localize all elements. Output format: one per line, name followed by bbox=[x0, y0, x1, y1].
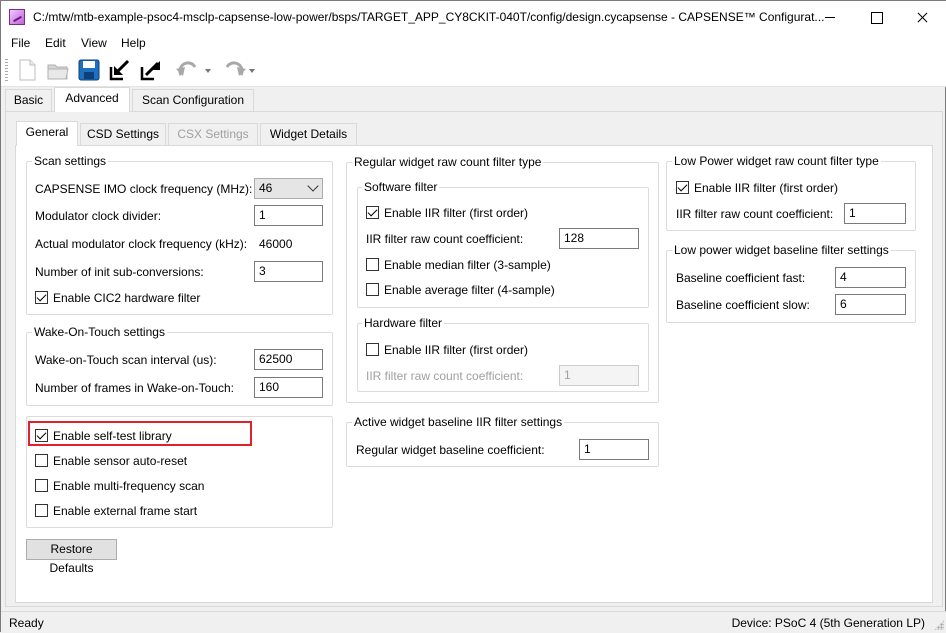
restore-defaults-button[interactable]: Restore Defaults bbox=[26, 539, 117, 575]
hardware-filter-title: Hardware filter bbox=[362, 316, 445, 330]
undo-icon[interactable] bbox=[173, 57, 213, 83]
sw-iir-coef-label: IIR filter raw count coefficient: bbox=[366, 232, 524, 246]
title-bar[interactable]: C:/mtw/mtb-example-psoc4-msclp-capsense-… bbox=[1, 1, 946, 33]
wot-interval-input[interactable]: 62500 bbox=[254, 349, 323, 370]
regular-filter-title: Regular widget raw count filter type bbox=[352, 155, 544, 169]
hw-iir-checkbox[interactable] bbox=[366, 343, 379, 356]
toolbar-grip[interactable] bbox=[5, 59, 8, 83]
menu-file[interactable]: File bbox=[11, 36, 30, 50]
auto-reset-label: Enable sensor auto-reset bbox=[53, 454, 188, 468]
imo-clock-dropdown[interactable]: 46 bbox=[254, 178, 323, 199]
auto-reset-checkbox[interactable] bbox=[35, 454, 48, 467]
mod-divider-input[interactable]: 1 bbox=[254, 205, 323, 226]
mod-divider-label: Modulator clock divider: bbox=[35, 209, 162, 223]
lp-iir-checkbox[interactable] bbox=[676, 181, 689, 194]
init-sub-conversions-input[interactable]: 3 bbox=[254, 261, 323, 282]
minimize-button[interactable] bbox=[807, 1, 853, 33]
baseline-slow-input[interactable]: 6 bbox=[835, 294, 906, 315]
self-test-checkbox[interactable] bbox=[35, 429, 48, 442]
toolbar bbox=[1, 53, 946, 87]
init-sub-conversions-label: Number of init sub-conversions: bbox=[35, 265, 204, 279]
baseline-coef-input[interactable]: 1 bbox=[579, 439, 649, 460]
self-test-label: Enable self-test library bbox=[53, 429, 172, 443]
device-status: Device: PSoC 4 (5th Generation LP) bbox=[731, 616, 925, 630]
baseline-fast-label: Baseline coefficient fast: bbox=[676, 271, 806, 285]
import-icon[interactable] bbox=[107, 57, 133, 83]
imo-clock-value: 46 bbox=[259, 181, 273, 195]
baseline-fast-input[interactable]: 4 bbox=[835, 267, 906, 288]
hw-iir-coef-label: IIR filter raw count coefficient: bbox=[366, 369, 524, 383]
wot-settings-title: Wake-On-Touch settings bbox=[32, 325, 167, 339]
active-baseline-title: Active widget baseline IIR filter settin… bbox=[352, 415, 565, 429]
menu-edit[interactable]: Edit bbox=[45, 36, 66, 50]
maximize-button[interactable] bbox=[853, 1, 899, 33]
app-window: C:/mtw/mtb-example-psoc4-msclp-capsense-… bbox=[0, 0, 946, 633]
status-text: Ready bbox=[9, 616, 44, 630]
export-icon[interactable] bbox=[138, 57, 164, 83]
lp-iir-coef-input[interactable]: 1 bbox=[844, 203, 906, 224]
wot-frames-input[interactable]: 160 bbox=[254, 377, 323, 398]
save-icon[interactable] bbox=[76, 57, 102, 83]
redo-icon[interactable] bbox=[217, 57, 257, 83]
average-filter-label: Enable average filter (4-sample) bbox=[384, 283, 555, 297]
lp-filter-title: Low Power widget raw count filter type bbox=[672, 154, 881, 168]
wot-interval-label: Wake-on-Touch scan interval (us): bbox=[35, 353, 217, 367]
capsense-app-icon bbox=[9, 9, 25, 25]
multi-frequency-label: Enable multi-frequency scan bbox=[53, 479, 205, 493]
multi-frequency-checkbox[interactable] bbox=[35, 479, 48, 492]
sw-iir-checkbox[interactable] bbox=[366, 206, 379, 219]
lp-iir-coef-label: IIR filter raw count coefficient: bbox=[676, 207, 834, 221]
external-frame-checkbox[interactable] bbox=[35, 504, 48, 517]
tab-csd-settings[interactable]: CSD Settings bbox=[80, 123, 166, 145]
tab-widget-details[interactable]: Widget Details bbox=[260, 123, 357, 145]
chevron-down-icon bbox=[307, 180, 319, 192]
window-title: C:/mtw/mtb-example-psoc4-msclp-capsense-… bbox=[33, 10, 825, 24]
baseline-slow-label: Baseline coefficient slow: bbox=[676, 298, 810, 312]
lp-baseline-title: Low power widget baseline filter setting… bbox=[672, 243, 891, 257]
sw-iir-coef-input[interactable]: 128 bbox=[559, 228, 639, 249]
wot-frames-label: Number of frames in Wake-on-Touch: bbox=[35, 381, 234, 395]
tab-scan-configuration[interactable]: Scan Configuration bbox=[132, 89, 254, 111]
menu-bar: File Edit View Help bbox=[1, 33, 946, 53]
actual-mod-clock-value: 46000 bbox=[259, 237, 293, 251]
lp-iir-label: Enable IIR filter (first order) bbox=[694, 181, 839, 195]
hw-iir-coef-input: 1 bbox=[559, 365, 639, 386]
tab-csx-settings: CSX Settings bbox=[168, 123, 258, 145]
open-folder-icon[interactable] bbox=[45, 57, 71, 83]
cic2-filter-checkbox[interactable] bbox=[35, 291, 48, 304]
new-file-icon[interactable] bbox=[14, 57, 40, 83]
menu-view[interactable]: View bbox=[81, 36, 107, 50]
resize-grip-icon[interactable] bbox=[934, 620, 944, 630]
imo-clock-label: CAPSENSE IMO clock frequency (MHz): bbox=[35, 182, 253, 196]
median-filter-label: Enable median filter (3-sample) bbox=[384, 258, 551, 272]
cic2-filter-label: Enable CIC2 hardware filter bbox=[53, 291, 201, 305]
average-filter-checkbox[interactable] bbox=[366, 283, 379, 296]
external-frame-label: Enable external frame start bbox=[53, 504, 198, 518]
scan-settings-title: Scan settings bbox=[32, 154, 109, 168]
tab-basic[interactable]: Basic bbox=[5, 89, 52, 111]
sw-iir-label: Enable IIR filter (first order) bbox=[384, 206, 529, 220]
baseline-coef-label: Regular widget baseline coefficient: bbox=[356, 443, 545, 457]
status-bar: Ready Device: PSoC 4 (5th Generation LP) bbox=[1, 611, 946, 633]
software-filter-title: Software filter bbox=[362, 180, 440, 194]
actual-mod-clock-label: Actual modulator clock frequency (kHz): bbox=[35, 237, 248, 251]
tab-general[interactable]: General bbox=[16, 121, 78, 146]
hw-iir-label: Enable IIR filter (first order) bbox=[384, 343, 529, 357]
median-filter-checkbox[interactable] bbox=[366, 258, 379, 271]
tab-advanced[interactable]: Advanced bbox=[54, 87, 130, 112]
menu-help[interactable]: Help bbox=[121, 36, 146, 50]
close-button[interactable] bbox=[899, 1, 945, 33]
